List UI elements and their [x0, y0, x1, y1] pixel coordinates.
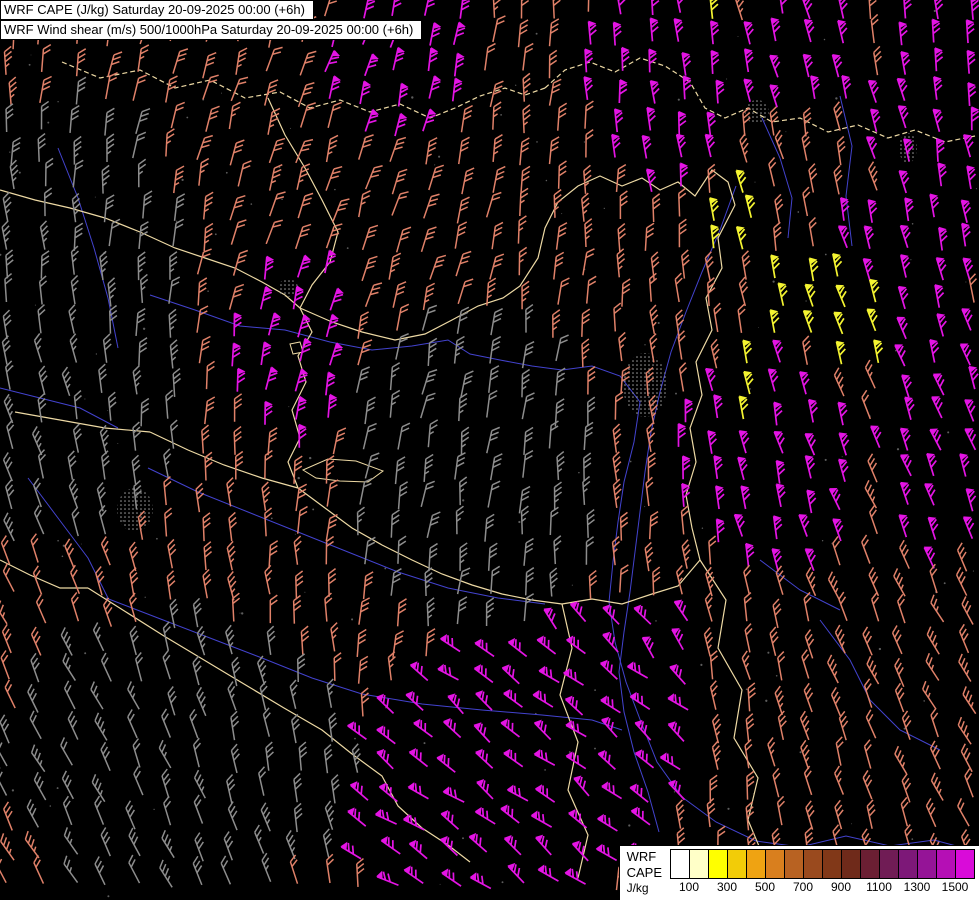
legend-tick: 100 — [678, 879, 700, 894]
legend-swatch — [917, 848, 937, 879]
legend-tick-labels: 100 300 500 700 900 1100 1300 1500 — [670, 879, 974, 894]
legend-tick: 1100 — [866, 879, 892, 894]
lake — [289, 341, 304, 355]
map-title-wind-shear: WRF Wind shear (m/s) 500/1000hPa Saturda… — [0, 20, 423, 40]
legend-tick: 1300 — [903, 879, 931, 894]
legend-swatch — [746, 848, 766, 879]
legend-color-scale: 100 300 500 700 900 1100 1300 1500 — [670, 848, 975, 899]
legend-swatch — [708, 848, 728, 879]
legend-swatch — [860, 848, 880, 879]
legend-swatch — [765, 848, 785, 879]
legend-swatch — [936, 848, 956, 879]
cape-legend: WRF CAPE J/kg 100 300 500 700 900 1100 1300 150… — [618, 844, 979, 900]
legend-units-label: J/kg — [626, 881, 649, 895]
legend-swatch — [841, 848, 861, 879]
legend-swatch — [879, 848, 899, 879]
legend-swatch — [822, 848, 842, 879]
legend-tick: 900 — [830, 879, 852, 894]
legend-tick: 1500 — [941, 879, 969, 894]
legend-swatch-row — [670, 848, 975, 879]
weather-map-app: WRF CAPE (J/kg) Saturday 20-09-2025 00:0… — [0, 0, 979, 900]
legend-variable-label: CAPE — [626, 864, 662, 880]
legend-label-column: WRF CAPE J/kg — [627, 849, 662, 899]
urban-area — [745, 100, 769, 124]
weather-map — [0, 0, 979, 900]
legend-swatch — [670, 848, 690, 879]
legend-tick: 500 — [754, 879, 776, 894]
legend-model-label: WRF — [626, 848, 657, 864]
legend-swatch — [955, 848, 975, 879]
urban-area — [623, 353, 667, 417]
legend-swatch — [898, 848, 918, 879]
legend-tick: 300 — [716, 879, 738, 894]
legend-swatch — [784, 848, 804, 879]
map-title-cape: WRF CAPE (J/kg) Saturday 20-09-2025 00:0… — [0, 0, 314, 20]
legend-swatch — [689, 848, 709, 879]
legend-swatch — [727, 848, 747, 879]
legend-tick: 700 — [792, 879, 814, 894]
legend-swatch — [803, 848, 823, 879]
